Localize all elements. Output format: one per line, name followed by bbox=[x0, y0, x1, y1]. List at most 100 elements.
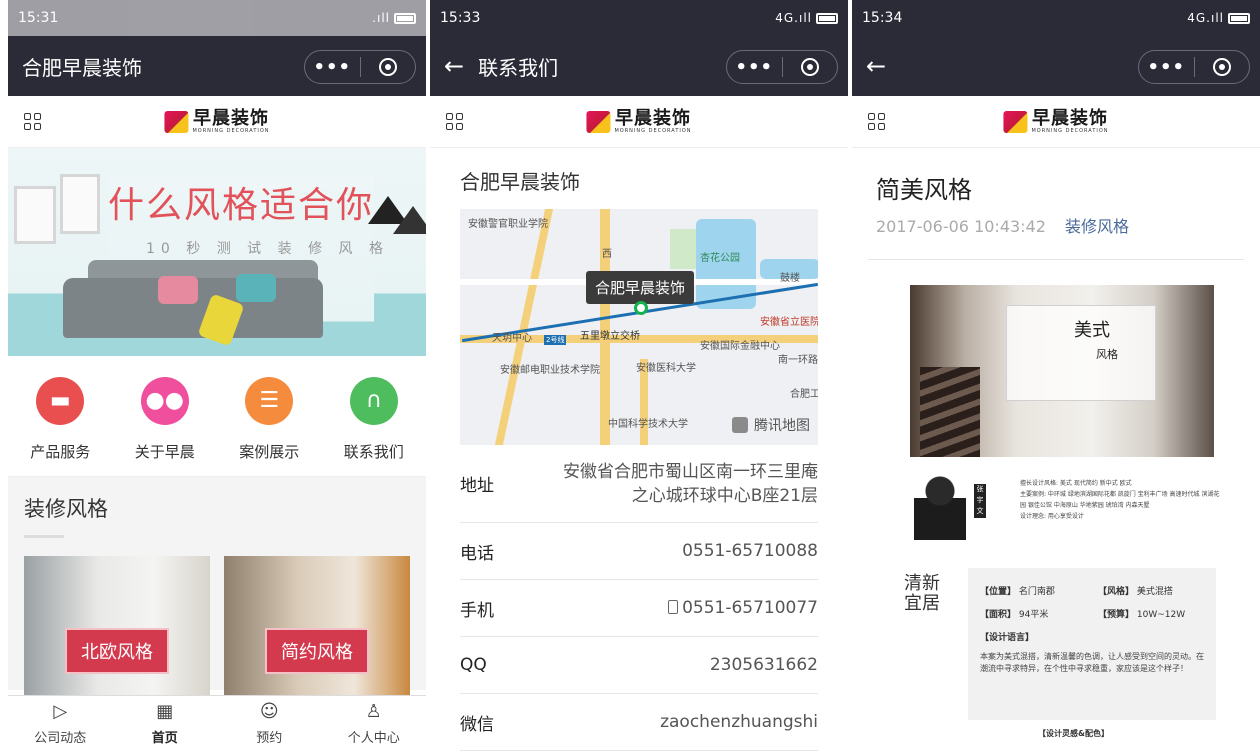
grid-menu-icon[interactable] bbox=[446, 113, 463, 130]
mobile-row[interactable]: 手机 0551-65710077 bbox=[460, 580, 818, 637]
grid-menu-icon[interactable] bbox=[24, 113, 41, 130]
link-product-service[interactable]: ▬ 产品服务 bbox=[10, 376, 110, 462]
tab-bar: ▷ 公司动态 ▦ 首页 ☺ 预约 ♙ 个人中心 bbox=[8, 695, 426, 751]
nav-bar: ← 联系我们 ••• bbox=[430, 36, 848, 96]
quiz-banner[interactable]: 什么风格适合你 10 秒 测 试 装 修 风 格 bbox=[8, 148, 426, 356]
document-icon: ☰ bbox=[245, 376, 294, 425]
map-label: 杏花公园 bbox=[700, 253, 740, 264]
row-key: 手机 bbox=[460, 600, 494, 621]
map-label: 五里墩立交桥 bbox=[580, 331, 640, 342]
link-contact[interactable]: ∩ 联系我们 bbox=[324, 376, 424, 462]
spec-value: 94平米 bbox=[1018, 610, 1049, 620]
map-label: 2号线 bbox=[544, 335, 567, 345]
headset-icon: ∩ bbox=[349, 376, 398, 425]
spec-value: 美式混搭 bbox=[1136, 587, 1173, 597]
map-pin-label: 合肥早晨装饰 bbox=[586, 271, 695, 304]
tab-label: 首页 bbox=[151, 731, 178, 746]
screen-article: 15:34 4G.ıll ← ••• 早晨装饰 MORNING DECORATIO… bbox=[852, 0, 1260, 751]
card-label: 简约风格 bbox=[265, 628, 369, 674]
more-button[interactable]: ••• bbox=[1139, 57, 1194, 78]
article-photo: 美式 风格 bbox=[910, 285, 1214, 457]
row-value: 0551-65710088 bbox=[682, 541, 818, 561]
style-card-simple[interactable]: 简约风格 bbox=[224, 556, 410, 696]
location-map[interactable]: 安徽警官职业学院 杏花公园 鼓楼 天玥中心 五里墩立交桥 安徽国际金融中心 安徽… bbox=[460, 209, 818, 445]
back-arrow-icon[interactable]: ← bbox=[866, 52, 886, 80]
pillow bbox=[158, 276, 198, 304]
tab-profile[interactable]: ♙ 个人中心 bbox=[324, 696, 424, 751]
page-title: 联系我们 bbox=[478, 55, 559, 80]
person-icon: ♙ bbox=[365, 701, 382, 722]
logo-bar: 早晨装饰 MORNING DECORATION bbox=[852, 96, 1260, 148]
chat-icon: ▬ bbox=[36, 376, 85, 425]
style-card-nordic[interactable]: 北欧风格 bbox=[24, 556, 210, 696]
close-button[interactable] bbox=[361, 58, 416, 76]
spec-box: 【位置】 名门南郡 【风格】 美式混搭 【面积】 94平米 【预算】 10W~1… bbox=[968, 568, 1216, 720]
spec-paragraph: 本案为美式混搭，清新温馨的色调，让人感受到空间的灵动。在潮流中寻求特异，在个性中… bbox=[980, 652, 1204, 673]
designer-line: 主要案例: 中环城 绿地滨湖国际花都 凯旋门 宝利丰广场 高速时代城 滨湖花园 … bbox=[1020, 491, 1220, 509]
company-name: 合肥早晨装饰 bbox=[460, 170, 580, 194]
style-section: 装修风格 北欧风格 简约风格 bbox=[8, 476, 426, 696]
tab-booking[interactable]: ☺ 预约 bbox=[219, 696, 319, 751]
inspiration-label: 【设计灵感&配色】 bbox=[1038, 729, 1109, 738]
map-label: 南一环路 bbox=[778, 355, 818, 366]
row-key: 地址 bbox=[460, 476, 494, 496]
wechat-row[interactable]: 微信 zaochenzhuangshi bbox=[460, 694, 818, 751]
mini-program-capsule: ••• bbox=[726, 50, 838, 84]
link-cases[interactable]: ☰ 案例展示 bbox=[219, 376, 319, 462]
lamp-icon bbox=[393, 206, 426, 234]
spec-value: 名门南郡 bbox=[1018, 587, 1055, 597]
photo-title: 美式 bbox=[1074, 320, 1110, 341]
logo: 早晨装饰 MORNING DECORATION bbox=[164, 109, 269, 134]
location-pin-icon[interactable] bbox=[634, 301, 648, 315]
map-label: 天玥中心 bbox=[492, 333, 532, 344]
link-about[interactable]: ●● 关于早晨 bbox=[115, 376, 215, 462]
map-label: 西 bbox=[602, 249, 612, 260]
grid-menu-icon[interactable] bbox=[868, 113, 885, 130]
spec-key: 【设计语言】 bbox=[980, 633, 1035, 643]
status-time: 15:33 bbox=[440, 10, 481, 26]
screen-home: 15:31 .ıll 合肥早晨装饰 ••• 早晨装饰 MORNING DECORA… bbox=[8, 0, 426, 751]
map-label: 安徽省立医院 bbox=[760, 317, 818, 328]
spec-key: 【风格】 bbox=[1098, 587, 1135, 597]
battery-icon: .ıll bbox=[372, 10, 416, 26]
article-category[interactable]: 装修风格 bbox=[1065, 217, 1129, 236]
row-value: 2305631662 bbox=[709, 655, 818, 675]
designer-info: 擅长设计风格: 美式 现代简约 新中式 欧式 主要案例: 中环城 绿地滨湖国际花… bbox=[1020, 478, 1220, 522]
tab-home[interactable]: ▦ 首页 bbox=[115, 696, 215, 751]
status-bar: 15:33 4G.ıll bbox=[430, 0, 848, 36]
logo-bar: 早晨装饰 MORNING DECORATION bbox=[430, 96, 848, 148]
map-label: 鼓楼 bbox=[780, 273, 800, 284]
more-button[interactable]: ••• bbox=[727, 57, 782, 78]
map-label: 中国科学技术大学 bbox=[608, 419, 688, 430]
status-time: 15:34 bbox=[862, 10, 903, 26]
map-label: 合肥工 bbox=[790, 389, 818, 400]
back-arrow-icon[interactable]: ← bbox=[444, 52, 464, 80]
article-title: 简美风格 bbox=[876, 176, 972, 204]
status-bar: 15:34 4G.ıll bbox=[852, 0, 1260, 36]
nav-bar: ← ••• bbox=[852, 36, 1260, 96]
face-icon: ☺ bbox=[259, 701, 279, 722]
tab-news[interactable]: ▷ 公司动态 bbox=[10, 696, 110, 751]
logo-bar: 早晨装饰 MORNING DECORATION bbox=[8, 96, 426, 148]
more-button[interactable]: ••• bbox=[305, 57, 360, 78]
spec-key: 【位置】 bbox=[980, 587, 1017, 597]
banner-subtitle: 10 秒 测 试 装 修 风 格 bbox=[146, 241, 389, 257]
phone-row[interactable]: 电话 0551-65710088 bbox=[460, 523, 818, 580]
battery-icon: 4G.ıll bbox=[775, 10, 838, 26]
phone-icon bbox=[668, 600, 679, 614]
qq-row[interactable]: QQ 2305631662 bbox=[460, 637, 818, 694]
close-button[interactable] bbox=[1195, 58, 1250, 76]
designer-line: 设计理念: 用心享受设计 bbox=[1020, 513, 1084, 520]
target-icon bbox=[378, 58, 397, 76]
close-button[interactable] bbox=[783, 58, 838, 76]
map-provider: 腾讯地图 bbox=[732, 415, 810, 435]
mini-program-capsule: ••• bbox=[304, 50, 416, 84]
side-title: 清新宜居 bbox=[904, 573, 940, 614]
designer-avatar bbox=[914, 470, 966, 540]
row-key: QQ bbox=[460, 655, 487, 675]
building-icon: ▦ bbox=[156, 701, 174, 722]
address-row: 地址 安徽省合肥市蜀山区南一环三里庵之心城环球中心B座21层 bbox=[460, 445, 818, 523]
group-icon: ●● bbox=[140, 376, 189, 425]
map-label: 安徽国际金融中心 bbox=[700, 341, 780, 352]
tab-label: 个人中心 bbox=[347, 731, 400, 746]
